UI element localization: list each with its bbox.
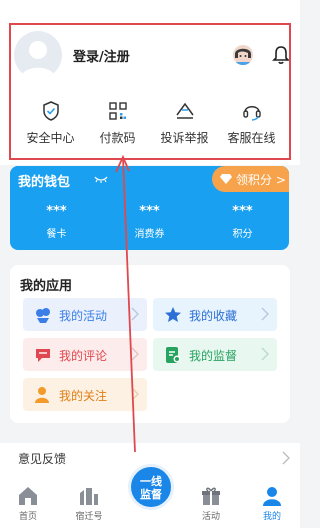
supervise-icon (166, 347, 181, 363)
tab-label: 宿迁号 (75, 512, 103, 522)
wallet-item-points[interactable]: *** 积分 (196, 204, 289, 240)
tab-suqian[interactable]: 宿迁号 (61, 485, 117, 522)
app-my-supervision[interactable]: 我的监督 (153, 338, 277, 371)
wallet-item-label: 餐卡 (46, 229, 67, 240)
wallet-item-value: *** (232, 204, 253, 219)
chevron-right-icon (131, 307, 139, 321)
gem-icon (220, 174, 232, 184)
app-label: 我的评论 (59, 349, 108, 363)
app-label: 我的关注 (59, 389, 108, 403)
city-icon (80, 488, 98, 505)
tab-mine[interactable]: 我的 (244, 485, 300, 522)
center-button-line2: 监督 (140, 488, 162, 501)
wallet-item-label: 消费券 (134, 229, 165, 240)
app-my-favorites[interactable]: 我的收藏 (153, 298, 277, 331)
get-points-label: 领积分 > (236, 173, 286, 187)
star-icon (165, 307, 181, 322)
tab-label: 活动 (201, 512, 220, 522)
tab-activities[interactable]: 活动 (183, 485, 239, 522)
wallet-item-meal-card[interactable]: *** 餐卡 (10, 204, 103, 240)
feedback-label: 意见反馈 (18, 452, 67, 466)
highlight-box (9, 23, 291, 160)
user-icon (263, 487, 281, 506)
app-label: 我的收藏 (189, 309, 238, 323)
wallet-item-value: *** (139, 204, 160, 219)
wallet-item-coupon[interactable]: *** 消费券 (103, 204, 196, 240)
chevron-right-icon (261, 307, 269, 321)
app-my-comments[interactable]: 我的评论 (23, 338, 147, 371)
apps-title: 我的应用 (20, 279, 73, 294)
center-button-line1: 一线 (140, 475, 162, 488)
app-my-activities[interactable]: 我的活动 (23, 298, 147, 331)
tab-label: 我的 (262, 512, 281, 522)
wallet-item-label: 积分 (232, 229, 253, 240)
home-icon (19, 487, 37, 505)
app-label: 我的监督 (189, 349, 238, 363)
chevron-right-icon (282, 451, 290, 465)
app-my-follows[interactable]: 我的关注 (23, 378, 147, 411)
get-points-button[interactable]: 领积分 > (212, 166, 289, 192)
comment-icon (36, 349, 50, 362)
chevron-right-icon (131, 387, 139, 401)
eye-hidden-icon[interactable] (94, 175, 108, 183)
tab-label: 首页 (18, 512, 37, 522)
chevron-right-icon (261, 347, 269, 361)
my-apps-section: 我的应用 我的活动 我的收藏 我的评论 我的监督 我的关注 (10, 265, 290, 423)
wallet-card: 我的钱包 领积分 > *** 餐卡 *** 消费券 *** 积分 (10, 166, 289, 250)
gift-icon (202, 487, 220, 505)
activity-icon (36, 308, 50, 323)
app-label: 我的活动 (59, 309, 108, 323)
chevron-right-icon (131, 347, 139, 361)
wallet-title: 我的钱包 (18, 175, 71, 190)
frontline-supervision-button[interactable]: 一线 监督 (128, 464, 174, 510)
follow-icon (35, 387, 49, 403)
wallet-item-value: *** (46, 204, 67, 219)
tab-home[interactable]: 首页 (0, 485, 56, 522)
